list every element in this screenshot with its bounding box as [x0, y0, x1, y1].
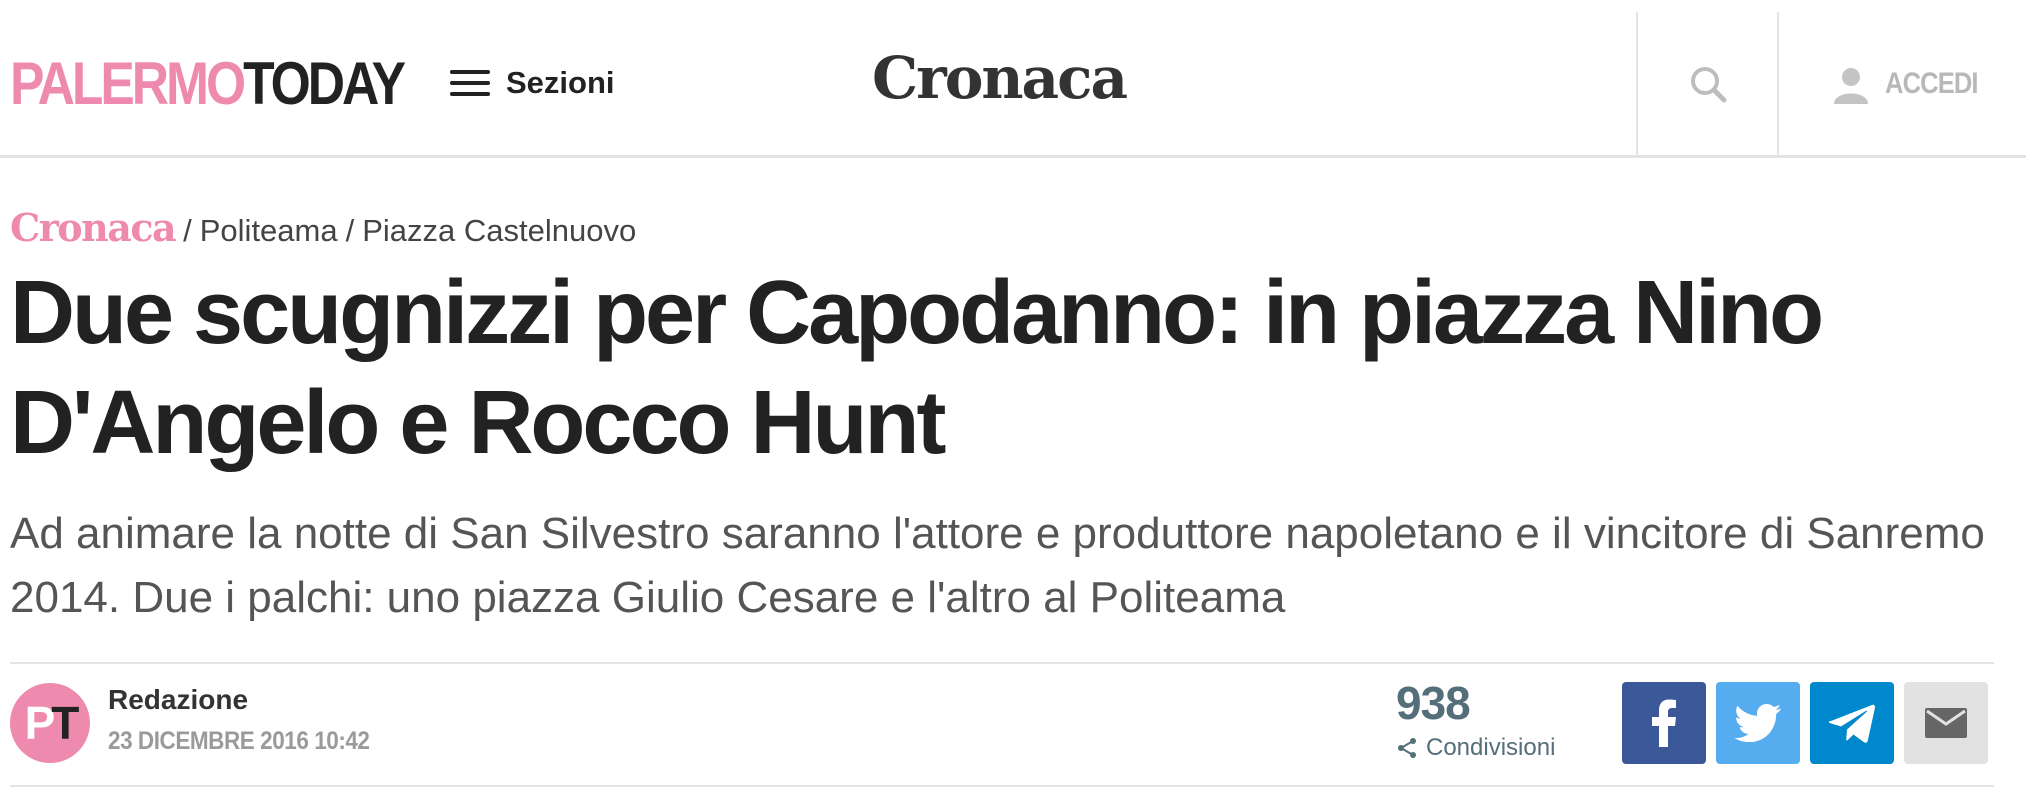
- hamburger-icon: [450, 68, 490, 98]
- author-name[interactable]: Redazione: [108, 684, 248, 716]
- author-avatar[interactable]: PT: [10, 683, 90, 763]
- email-share-button[interactable]: [1904, 682, 1988, 764]
- breadcrumb-separator: /: [345, 213, 355, 248]
- telegram-share-button[interactable]: [1810, 682, 1894, 764]
- publish-date: 23 DICEMBRE 2016 10:42: [108, 727, 370, 755]
- logo-part-palermo: PALERMO: [10, 50, 246, 117]
- breadcrumb-item-piazza-castelnuovo[interactable]: Piazza Castelnuovo: [362, 213, 636, 249]
- facebook-share-button[interactable]: [1622, 682, 1706, 764]
- twitter-icon: [1735, 704, 1781, 742]
- breadcrumb-item-politeama[interactable]: Politeama: [200, 213, 338, 249]
- share-label: Condivisioni: [1426, 734, 1556, 761]
- byline-divider-bottom: [10, 785, 1994, 787]
- byline-divider-top: [10, 662, 1994, 664]
- sections-menu-button[interactable]: Sezioni: [450, 58, 615, 108]
- avatar-initial-p: P: [24, 697, 56, 749]
- search-button[interactable]: [1636, 12, 1779, 155]
- avatar-initial-t: T: [51, 697, 79, 749]
- logo-part-today: TODAY: [243, 50, 406, 117]
- user-icon: [1834, 67, 1868, 104]
- email-icon: [1925, 708, 1967, 738]
- facebook-icon: [1652, 699, 1676, 747]
- article-subtitle: Ad animare la notte di San Silvestro sar…: [10, 509, 1985, 622]
- share-label-row: Condivisioni: [1396, 734, 1555, 762]
- sections-label: Sezioni: [506, 65, 615, 100]
- breadcrumb-category[interactable]: Cronaca: [10, 205, 177, 250]
- share-count: 938: [1396, 677, 1471, 729]
- telegram-icon: [1829, 704, 1875, 743]
- site-header: PALERMOTODAY Sezioni Cronaca ACCEDI: [0, 0, 2026, 158]
- section-title[interactable]: Cronaca: [872, 44, 1128, 112]
- breadcrumb-separator: /: [183, 213, 192, 248]
- login-button[interactable]: ACCEDI: [1779, 12, 2026, 155]
- share-icon: [1398, 738, 1416, 758]
- search-icon: [1690, 66, 1726, 102]
- article-headline: Due scugnizzi per Capodanno: in piazza N…: [10, 263, 1824, 473]
- breadcrumb: Cronaca / Politeama / Piazza Castelnuovo: [10, 205, 636, 250]
- twitter-share-button[interactable]: [1716, 682, 1800, 764]
- login-label: ACCEDI: [1885, 66, 1979, 100]
- site-logo[interactable]: PALERMOTODAY: [10, 48, 406, 120]
